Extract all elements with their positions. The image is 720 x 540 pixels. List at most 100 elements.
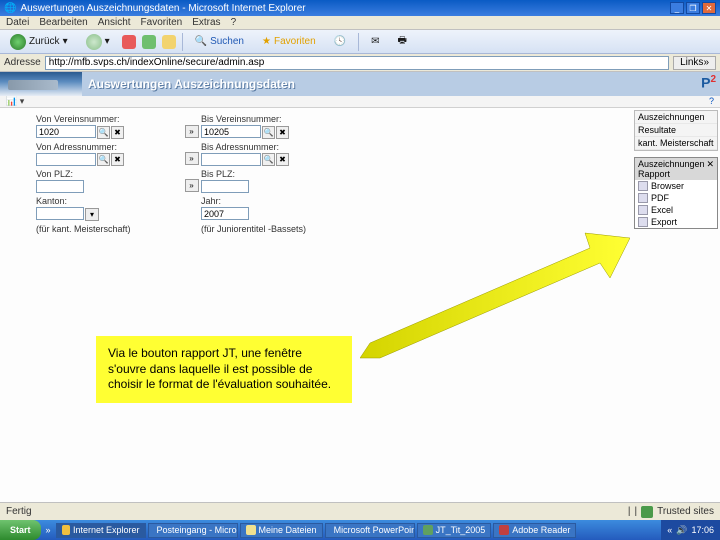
minimize-button[interactable]: _ [670, 2, 684, 14]
sub-toolbar: 📊 ▾ ? [0, 96, 720, 108]
von-adr-label: Von Adressnummer: [36, 142, 181, 152]
system-tray[interactable]: « 🔊 17:06 [661, 520, 720, 540]
taskbar-item[interactable]: Posteingang - Micros... [148, 523, 238, 538]
tray-expand-icon[interactable]: « [667, 525, 672, 535]
taskbar-label: JT_Tit_2005 [436, 525, 486, 535]
clear-icon[interactable]: ✖ [111, 126, 124, 139]
ie-icon [62, 525, 70, 535]
lookup-icon[interactable]: 🔍 [97, 126, 110, 139]
content-area: Von Vereinsnummer: 🔍✖ » Bis Vereinsnumme… [0, 108, 720, 502]
taskbar-item[interactable]: Internet Explorer [56, 523, 146, 538]
dropdown-icon[interactable]: ▾ [85, 208, 99, 221]
print-button[interactable]: 🖶 [392, 31, 413, 52]
quicklaunch[interactable]: » [43, 525, 54, 535]
panel-item-excel[interactable]: Excel [635, 204, 717, 216]
help-button[interactable]: ? [709, 96, 714, 107]
maximize-button[interactable]: ❐ [686, 2, 700, 14]
links-button[interactable]: Links » [673, 56, 716, 70]
address-input[interactable]: http://mfb.svps.ch/indexOnline/secure/ad… [45, 56, 669, 70]
lookup-icon[interactable]: 🔍 [262, 153, 275, 166]
lookup-icon[interactable]: 🔍 [262, 126, 275, 139]
menu-extras[interactable]: Extras [192, 17, 220, 28]
von-verein-input[interactable] [36, 125, 96, 138]
page-title: Auswertungen Auszeichnungsdaten [88, 77, 295, 91]
list-item[interactable]: Auszeichnungen [635, 111, 717, 124]
ie-address-bar: Adresse http://mfb.svps.ch/indexOnline/s… [0, 54, 720, 72]
search-button[interactable]: 🔍 Suchen [189, 34, 250, 49]
export-panel: Auszeichnungen Rapport✕ Browser PDF Exce… [634, 157, 718, 229]
jahr-input[interactable] [201, 207, 249, 220]
von-plz-input[interactable] [36, 180, 84, 193]
taskbar-item[interactable]: Meine Dateien [240, 523, 323, 538]
forward-button[interactable]: ▾ [80, 32, 116, 52]
mail-button[interactable]: ✉ [365, 34, 385, 49]
list-item[interactable]: Resultate [635, 124, 717, 137]
panel-header: Auszeichnungen Rapport✕ [635, 158, 717, 180]
taskbar-item[interactable]: Adobe Reader [493, 523, 576, 538]
clear-icon[interactable]: ✖ [276, 126, 289, 139]
taskbar-item[interactable]: JT_Tit_2005 [417, 523, 492, 538]
ie-icon: 🌐 [4, 3, 16, 14]
taskbar-label: Meine Dateien [259, 525, 317, 535]
close-button[interactable]: ✕ [702, 2, 716, 14]
home-button[interactable] [162, 35, 176, 49]
kanton-input[interactable] [36, 207, 84, 220]
menu-edit[interactable]: Bearbeiten [39, 17, 87, 28]
refresh-button[interactable] [142, 35, 156, 49]
taskbar-label: Adobe Reader [512, 525, 570, 535]
sub-left-icon[interactable]: 📊 ▾ [6, 96, 24, 107]
start-button[interactable]: Start [0, 520, 41, 540]
panel-close-icon[interactable]: ✕ [706, 159, 714, 179]
back-icon [10, 34, 26, 50]
fav-label: Favoriten [274, 36, 316, 47]
taskbar-item[interactable]: Microsoft PowerPoint [325, 523, 415, 538]
panel-item-export[interactable]: Export [635, 216, 717, 228]
panel-title: Auszeichnungen Rapport [638, 159, 706, 179]
menu-fav[interactable]: Favoriten [141, 17, 183, 28]
zone-text: Trusted sites [657, 506, 714, 517]
annotation-arrow [360, 228, 630, 368]
ie-status-bar: Fertig | | Trusted sites [0, 502, 720, 520]
bis-verein-input[interactable] [201, 125, 261, 138]
acrobat-icon [499, 525, 509, 535]
address-label: Adresse [4, 57, 41, 68]
clear-icon[interactable]: ✖ [111, 153, 124, 166]
panel-item-label: Browser [651, 181, 684, 191]
back-label: Zurück [29, 36, 60, 47]
app-header: Auswertungen Auszeichnungsdaten P2 [0, 72, 720, 96]
panel-item-label: Export [651, 217, 677, 227]
copy-right-button[interactable]: » [185, 125, 199, 138]
tray-icon[interactable]: 🔊 [676, 525, 687, 536]
filter-form: Von Vereinsnummer: 🔍✖ » Bis Vereinsnumme… [36, 114, 456, 238]
clear-icon[interactable]: ✖ [276, 153, 289, 166]
bis-adr-input[interactable] [201, 153, 261, 166]
menu-help[interactable]: ? [231, 17, 237, 28]
report-type-list: Auszeichnungen Resultate kant. Meistersc… [634, 110, 718, 151]
callout-text: Via le bouton rapport JT, une fenêtre s'… [108, 346, 331, 391]
panel-item-browser[interactable]: Browser [635, 180, 717, 192]
panel-item-pdf[interactable]: PDF [635, 192, 717, 204]
menu-view[interactable]: Ansicht [98, 17, 131, 28]
history-button[interactable]: 🕓 [328, 34, 352, 49]
jahr-label: Jahr: [201, 196, 346, 206]
back-button[interactable]: Zurück ▾ [4, 32, 74, 52]
doc-icon [423, 525, 433, 535]
ie-titlebar: 🌐 Auswertungen Auszeichnungsdaten - Micr… [0, 0, 720, 16]
copy-right-button[interactable]: » [185, 179, 199, 192]
brand-logo: P2 [701, 74, 716, 91]
taskbar-label: Posteingang - Micros... [157, 525, 238, 535]
export-icon [638, 217, 648, 227]
bis-plz-input[interactable] [201, 180, 249, 193]
von-plz-label: Von PLZ: [36, 169, 181, 179]
meister-note: (für kant. Meisterschaft) [36, 224, 181, 234]
taskbar-label: Microsoft PowerPoint [334, 525, 415, 535]
lookup-icon[interactable]: 🔍 [97, 153, 110, 166]
von-adr-input[interactable] [36, 153, 96, 166]
menu-file[interactable]: Datei [6, 17, 29, 28]
pdf-icon [638, 193, 648, 203]
stop-button[interactable] [122, 35, 136, 49]
copy-right-button[interactable]: » [185, 152, 199, 165]
search-label: Suchen [210, 36, 244, 47]
favorites-button[interactable]: ★ Favoriten [256, 34, 322, 49]
list-item[interactable]: kant. Meisterschaft [635, 137, 717, 150]
